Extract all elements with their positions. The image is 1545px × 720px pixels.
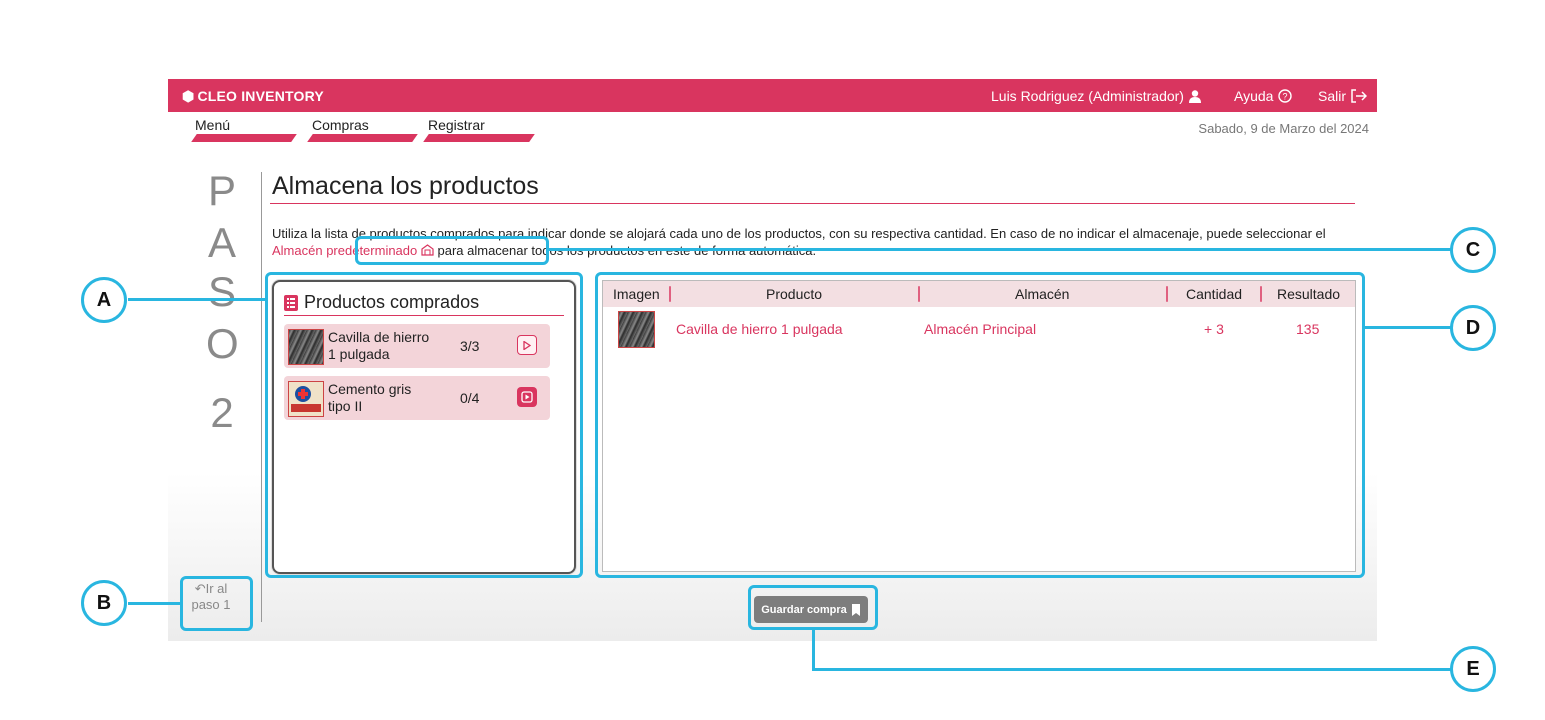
tab-registrar-underline <box>423 134 535 142</box>
logout-icon <box>1351 89 1368 103</box>
callout-label-a: A <box>81 277 127 323</box>
callout-label-c: C <box>1450 227 1496 273</box>
user-icon <box>1188 89 1201 103</box>
callout-box-d <box>595 272 1365 578</box>
callout-label-e: E <box>1450 646 1496 692</box>
tab-compras-underline <box>307 134 418 142</box>
title-underline <box>270 203 1355 204</box>
step-letter-o: O <box>206 320 239 367</box>
step-divider <box>261 172 262 622</box>
user-name: Luis Rodriguez (Administrador) <box>991 88 1184 104</box>
callout-label-b: B <box>81 580 127 626</box>
callout-line-c <box>547 248 1452 251</box>
callout-box-a <box>265 272 583 578</box>
brand-logo[interactable]: ⬢ CLEO INVENTORY <box>182 88 324 105</box>
help-link[interactable]: Ayuda ? <box>1234 88 1293 104</box>
step-number: 2 <box>210 389 234 436</box>
callout-line-d <box>1363 326 1452 329</box>
callout-label-d: D <box>1450 305 1496 351</box>
top-bar: ⬢ CLEO INVENTORY Luis Rodriguez (Administ… <box>168 79 1377 112</box>
callout-line-e-vertical <box>812 628 815 670</box>
step-letter-s: S <box>207 268 236 315</box>
step-letter-p: P <box>207 167 236 214</box>
callout-line-a <box>128 298 267 301</box>
page-title: Almacena los productos <box>272 172 539 200</box>
svg-text:?: ? <box>1283 92 1288 102</box>
step-letter-a: A <box>207 219 236 266</box>
callout-box-e <box>748 585 878 630</box>
logout-link[interactable]: Salir <box>1318 88 1368 104</box>
callout-box-b <box>180 576 253 631</box>
current-date: Sabado, 9 de Marzo del 2024 <box>1198 121 1369 136</box>
tab-menu[interactable]: Menú <box>195 117 230 133</box>
user-menu[interactable]: Luis Rodriguez (Administrador) <box>991 88 1201 104</box>
callout-box-c <box>355 236 549 265</box>
cube-icon: ⬢ <box>182 88 195 104</box>
help-icon: ? <box>1278 89 1293 103</box>
callout-line-e-horizontal <box>812 668 1452 671</box>
callout-line-b <box>128 602 182 605</box>
tab-compras[interactable]: Compras <box>312 117 369 133</box>
tab-registrar[interactable]: Registrar <box>428 117 485 133</box>
tab-menu-underline <box>191 134 297 142</box>
